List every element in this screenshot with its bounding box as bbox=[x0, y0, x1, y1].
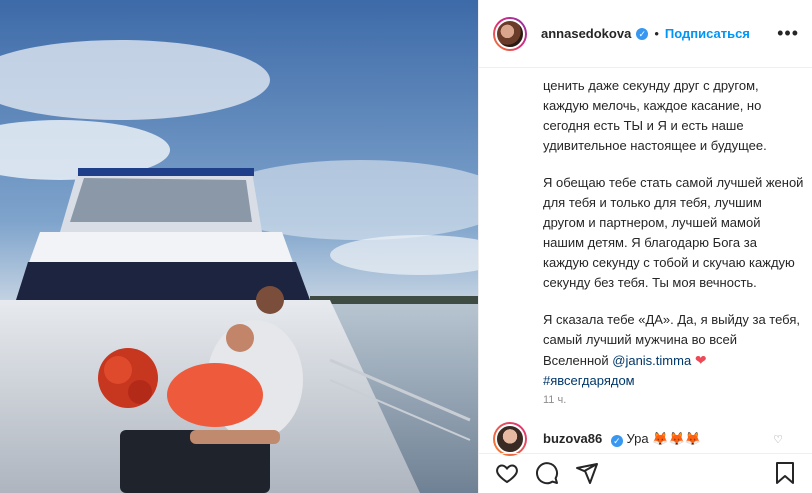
comment-row: buzova86 ✓ Ура 🦊🦊🦊 ♡ bbox=[479, 422, 812, 456]
hashtag-link[interactable]: #явсегдарядом bbox=[543, 373, 635, 388]
verified-badge-icon: ✓ bbox=[636, 27, 649, 40]
commenter-avatar-image bbox=[495, 424, 525, 454]
caption-paragraph-2: Я обещаю тебе стать самой лучшей женой д… bbox=[543, 175, 804, 290]
caption-text: ценить даже секунду друг с другом, кажду… bbox=[543, 76, 805, 408]
post-photo[interactable] bbox=[0, 0, 478, 493]
comment-icon[interactable] bbox=[535, 461, 559, 485]
commenter-verified-badge-icon: ✓ bbox=[610, 435, 623, 447]
yacht-photo-illustration bbox=[0, 0, 478, 493]
post-timestamp[interactable]: 11 ч. bbox=[543, 394, 566, 406]
commenter-username[interactable]: buzova86 bbox=[543, 431, 602, 446]
header-separator: • bbox=[654, 26, 659, 41]
comment-like-icon[interactable]: ♡ bbox=[773, 433, 783, 446]
author-avatar[interactable] bbox=[493, 16, 527, 51]
author-username[interactable]: annasedokova bbox=[541, 26, 631, 41]
fox-emoji: 🦊🦊🦊 bbox=[652, 431, 701, 446]
caption-paragraph-1: ценить даже секунду друг с другом, кажду… bbox=[543, 78, 767, 153]
follow-button[interactable]: Подписаться bbox=[665, 26, 750, 41]
share-icon[interactable] bbox=[575, 461, 599, 485]
more-options-icon[interactable]: ••• bbox=[777, 24, 799, 42]
red-heart-emoji: ❤ bbox=[694, 352, 707, 368]
comment-body: Ура bbox=[626, 431, 649, 446]
instagram-post: annasedokova ✓ • Подписаться ••• ценить … bbox=[0, 0, 812, 493]
post-header: annasedokova ✓ • Подписаться ••• bbox=[479, 0, 812, 68]
caption-paragraph-3: Я сказала тебе «ДА». Да, я выйду за тебя… bbox=[543, 310, 805, 391]
bookmark-icon[interactable] bbox=[773, 461, 797, 485]
caption-scroll-area[interactable]: ценить даже секунду друг с другом, кажду… bbox=[479, 70, 812, 415]
mention-link[interactable]: @janis.timma bbox=[612, 353, 691, 368]
heart-outline-icon[interactable] bbox=[495, 461, 519, 485]
post-sidebar: annasedokova ✓ • Подписаться ••• ценить … bbox=[478, 0, 812, 493]
comment-text: buzova86 ✓ Ура 🦊🦊🦊 bbox=[543, 431, 701, 447]
action-bar bbox=[479, 453, 812, 493]
author-avatar-image bbox=[495, 18, 525, 49]
commenter-avatar[interactable] bbox=[493, 422, 527, 456]
